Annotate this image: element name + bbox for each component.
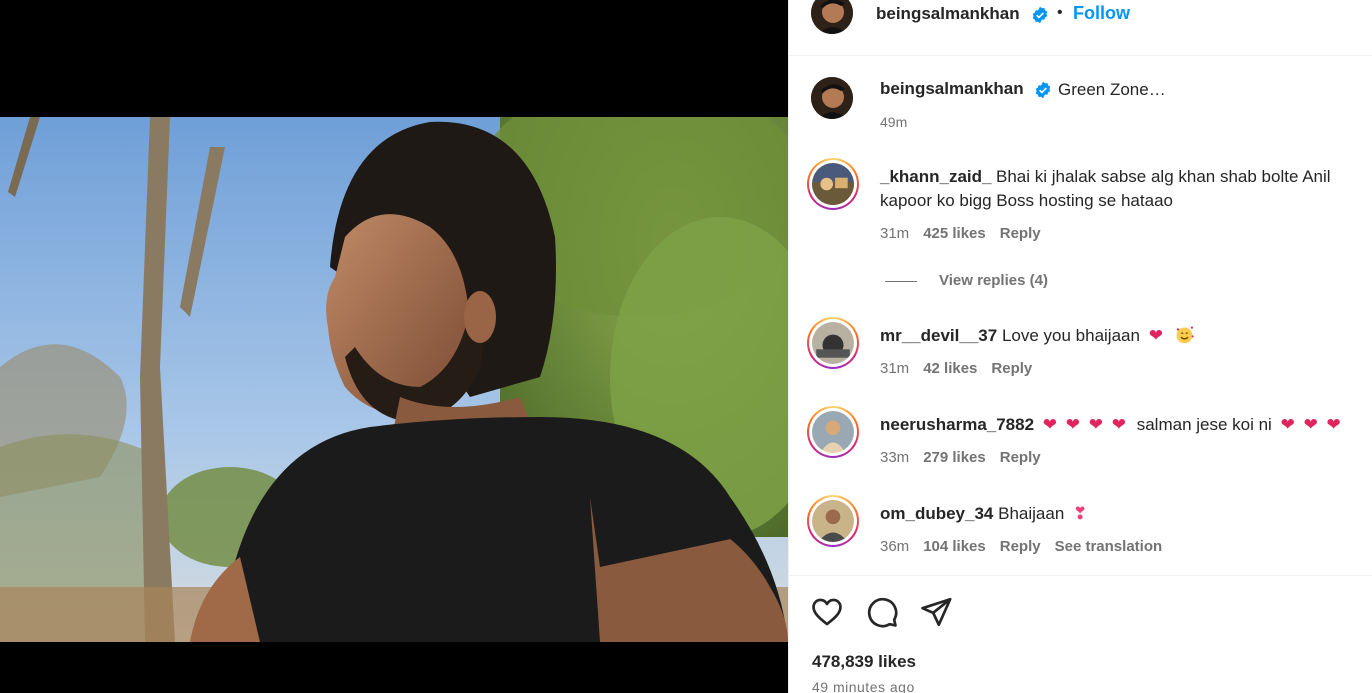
comment-bubble-icon[interactable] — [865, 595, 899, 629]
caption-author-username[interactable]: beingsalmankhan — [880, 79, 1024, 99]
post-timestamp[interactable]: 49 minutes ago — [812, 679, 915, 693]
smiling-face-with-hearts-icon — [1176, 326, 1194, 344]
comment-avatar[interactable] — [807, 495, 859, 547]
comment-meta: 33m 279 likes Reply — [880, 449, 1055, 466]
follow-button[interactable]: Follow — [1073, 3, 1130, 24]
red-heart-icon: ❤ — [1042, 415, 1058, 434]
view-replies-divider — [885, 280, 917, 282]
author-username[interactable]: beingsalmankhan — [876, 4, 1020, 24]
post-media-pane — [0, 0, 788, 693]
comment-time[interactable]: 31m — [880, 360, 909, 377]
comment-avatar[interactable] — [807, 317, 859, 369]
post-side-pane: beingsalmankhan • Follow beingsalmankhan… — [788, 0, 1372, 693]
view-replies-button[interactable]: View replies (4) — [885, 272, 1048, 289]
comment-text: salman jese koi ni — [1136, 415, 1272, 434]
comment-meta: 31m 425 likes Reply — [880, 225, 1055, 242]
comment-text: Love you bhaijaan — [1001, 326, 1140, 345]
paper-plane-icon[interactable] — [919, 595, 953, 629]
comment-row: om_dubey_34 Bhaijaan ❣ — [880, 502, 1087, 526]
comment-meta: 31m 42 likes Reply — [880, 360, 1046, 377]
separator-dot: • — [1057, 4, 1063, 21]
red-heart-icon: ❤ — [1326, 415, 1341, 434]
post-photo[interactable] — [0, 117, 788, 642]
comment-likes[interactable]: 42 likes — [923, 360, 977, 377]
comment-username[interactable]: neerusharma_7882 — [880, 415, 1034, 434]
verified-badge-icon — [1031, 6, 1049, 24]
reply-button[interactable]: Reply — [1000, 225, 1041, 242]
red-heart-icon: ❤ — [1065, 415, 1081, 434]
reply-button[interactable]: Reply — [1000, 449, 1041, 466]
post-actions-bar: 478,839 likes 49 minutes ago — [789, 575, 1372, 693]
view-replies-label: View replies (4) — [939, 272, 1048, 289]
comment-username[interactable]: mr__devil__37 — [880, 326, 997, 345]
comment-likes[interactable]: 425 likes — [923, 225, 986, 242]
reply-button[interactable]: Reply — [1000, 538, 1041, 555]
heart-exclamation-icon: ❣ — [1073, 504, 1088, 523]
red-heart-icon: ❤ — [1088, 415, 1103, 434]
comment-avatar[interactable] — [807, 158, 859, 210]
comment-likes[interactable]: 104 likes — [923, 538, 986, 555]
caption-author-avatar[interactable] — [811, 77, 853, 119]
caption-text: Green Zone… — [1058, 80, 1166, 99]
caption-time[interactable]: 49m — [880, 114, 907, 130]
post-photo-image — [0, 117, 788, 642]
comment-time[interactable]: 33m — [880, 449, 909, 466]
red-heart-icon: ❤ — [1280, 415, 1295, 434]
heart-outline-icon[interactable] — [810, 595, 844, 629]
comment-row: neerusharma_7882 ❤ ❤ ❤ ❤ salman jese koi… — [880, 413, 1341, 437]
verified-badge-icon — [1034, 81, 1052, 99]
comment-time[interactable]: 36m — [880, 538, 909, 555]
comment-row: mr__devil__37 Love you bhaijaan ❤ — [880, 324, 1195, 348]
reply-button[interactable]: Reply — [991, 360, 1032, 377]
red-heart-icon: ❤ — [1148, 326, 1163, 345]
comment-username[interactable]: om_dubey_34 — [880, 504, 993, 523]
like-count[interactable]: 478,839 likes — [812, 652, 916, 672]
comment-likes[interactable]: 279 likes — [923, 449, 986, 466]
post-header: beingsalmankhan • Follow — [789, 0, 1372, 56]
comment-avatar[interactable] — [807, 406, 859, 458]
comment-time[interactable]: 31m — [880, 225, 909, 242]
comment-text: Bhai ki jhalak sabse alg khan shab bolte… — [880, 167, 1331, 210]
red-heart-icon: ❤ — [1111, 415, 1126, 434]
red-heart-icon: ❤ — [1303, 415, 1318, 434]
see-translation-button[interactable]: See translation — [1055, 538, 1163, 555]
comment-meta: 36m 104 likes Reply See translation — [880, 538, 1176, 555]
comment-text: Bhaijaan — [998, 504, 1065, 523]
author-avatar[interactable] — [811, 0, 853, 34]
